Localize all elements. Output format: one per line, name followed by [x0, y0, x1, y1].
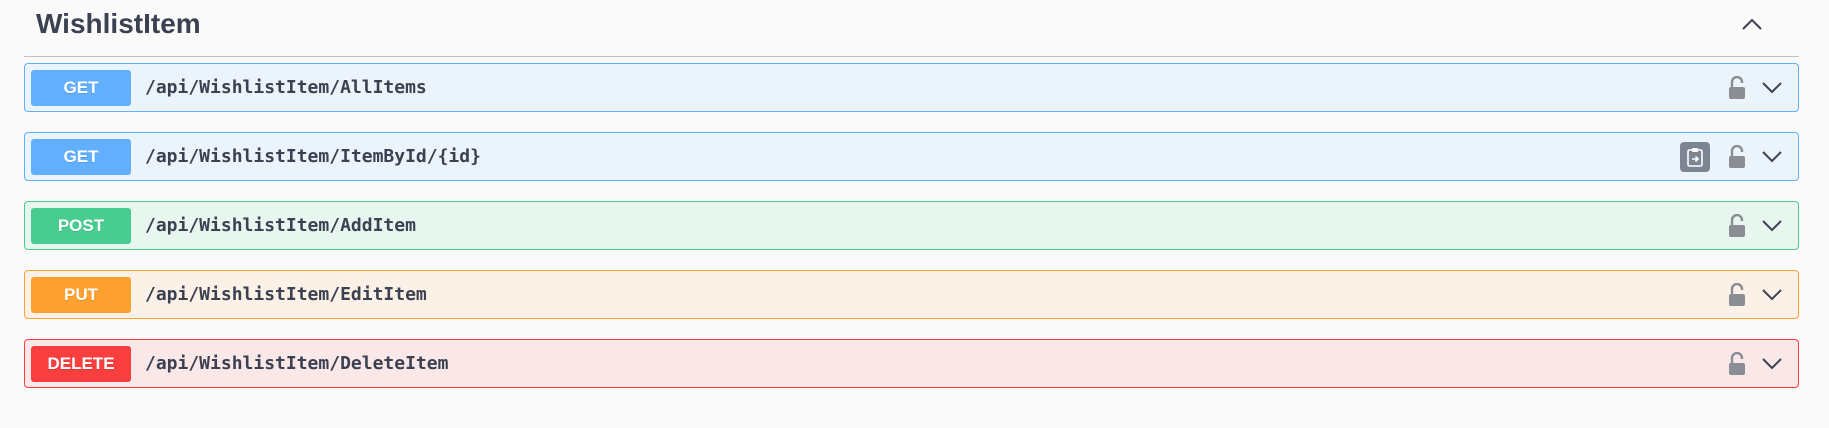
method-badge: GET: [31, 138, 131, 175]
operation-path: /api/WishlistItem/EditItem: [145, 284, 427, 305]
chevron-down-icon[interactable]: [1760, 214, 1784, 238]
operation-row[interactable]: DELETE /api/WishlistItem/DeleteItem: [24, 339, 1799, 388]
method-badge: DELETE: [31, 345, 131, 382]
copy-to-clipboard-icon[interactable]: [1680, 141, 1710, 172]
operation-path: /api/WishlistItem/ItemById/{id}: [145, 146, 481, 167]
operation-row[interactable]: POST /api/WishlistItem/AddItem: [24, 201, 1799, 250]
operation-actions: [1726, 271, 1784, 318]
operation-actions: [1726, 340, 1784, 387]
unlocked-padlock-icon[interactable]: [1726, 282, 1748, 308]
method-badge: PUT: [31, 276, 131, 313]
unlocked-padlock-icon[interactable]: [1726, 75, 1748, 101]
chevron-down-icon[interactable]: [1760, 283, 1784, 307]
operation-row[interactable]: PUT /api/WishlistItem/EditItem: [24, 270, 1799, 319]
operation-actions: [1726, 64, 1784, 111]
unlocked-padlock-icon[interactable]: [1726, 351, 1748, 377]
operation-actions: [1680, 133, 1784, 180]
method-badge: POST: [31, 207, 131, 244]
unlocked-padlock-icon[interactable]: [1726, 213, 1748, 239]
chevron-up-icon[interactable]: [1737, 12, 1767, 36]
chevron-down-icon[interactable]: [1760, 145, 1784, 169]
chevron-down-icon[interactable]: [1760, 352, 1784, 376]
chevron-down-icon[interactable]: [1760, 76, 1784, 100]
operation-path: /api/WishlistItem/AllItems: [145, 77, 427, 98]
operations-list: GET /api/WishlistItem/AllItems GET /api/…: [24, 63, 1799, 408]
section-title: WishlistItem: [36, 8, 201, 39]
section-header[interactable]: WishlistItem: [24, 0, 1799, 57]
operation-row[interactable]: GET /api/WishlistItem/AllItems: [24, 63, 1799, 112]
method-badge: GET: [31, 69, 131, 106]
tag-section-wishlistitem: WishlistItem GET /api/WishlistItem/AllIt…: [24, 0, 1799, 388]
operation-actions: [1726, 202, 1784, 249]
unlocked-padlock-icon[interactable]: [1726, 144, 1748, 170]
operation-path: /api/WishlistItem/AddItem: [145, 215, 416, 236]
operation-row[interactable]: GET /api/WishlistItem/ItemById/{id}: [24, 132, 1799, 181]
operation-path: /api/WishlistItem/DeleteItem: [145, 353, 449, 374]
